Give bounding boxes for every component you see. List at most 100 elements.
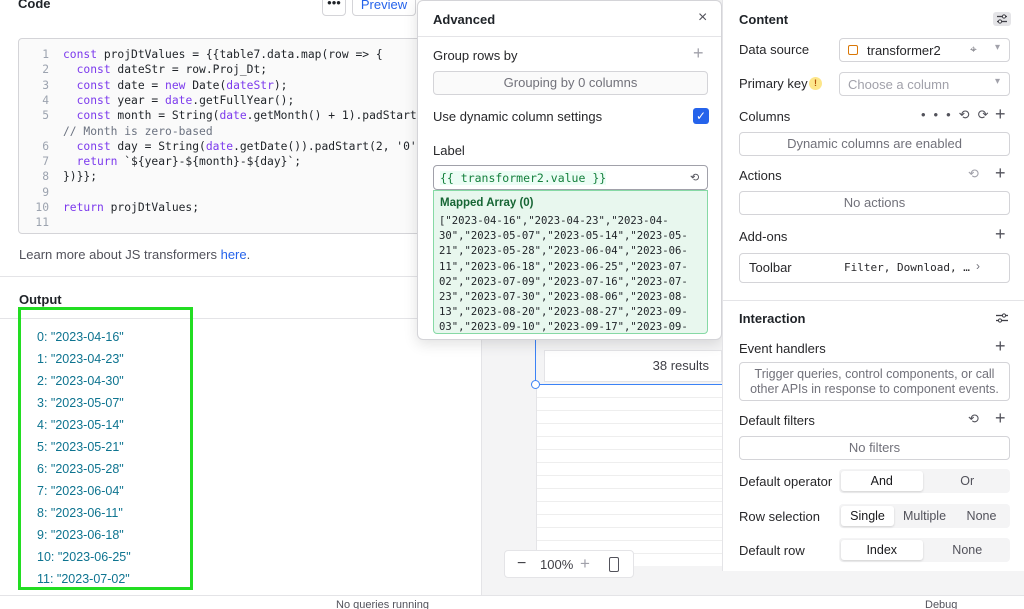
columns-box[interactable]: Dynamic columns are enabled xyxy=(739,132,1010,156)
refresh-icon[interactable]: ⟲ xyxy=(968,166,979,182)
grid-line xyxy=(537,410,723,411)
row-selection-toggle: Single Multiple None xyxy=(839,504,1010,528)
target-icon[interactable]: ⌖ xyxy=(970,42,977,57)
primary-key-select[interactable]: Choose a column ▾ xyxy=(839,72,1010,96)
row-selection-option[interactable]: None xyxy=(955,506,1008,526)
mapped-array-line: 21","2023-05-28","2023-06-04","2023-06- xyxy=(439,245,688,258)
grid-line xyxy=(537,475,723,476)
default-operator-label: Default operator xyxy=(739,474,833,489)
learn-more-link[interactable]: here xyxy=(221,247,247,262)
divider xyxy=(418,36,721,37)
row-selection-label: Row selection xyxy=(739,509,820,524)
default-row-option[interactable]: Index xyxy=(841,540,923,560)
divider xyxy=(0,276,481,277)
code-line: 7 return `${year}-${month}-${day}`; xyxy=(19,154,301,169)
default-filters-box[interactable]: No filters xyxy=(739,436,1010,460)
data-source-label: Data source xyxy=(739,42,810,57)
learn-more-text: Learn more about JS transformers here. xyxy=(19,247,250,262)
toolbar-value: Filter, Download, … xyxy=(844,261,970,274)
code-text: return projDtValues; xyxy=(63,201,200,214)
more-options-button[interactable]: ••• xyxy=(322,0,346,16)
label-input[interactable]: {{ transformer2.value }} ⟲ xyxy=(433,165,708,190)
code-title: Code xyxy=(18,0,51,11)
add-action-icon[interactable]: + xyxy=(995,163,1006,184)
add-filter-icon[interactable]: + xyxy=(995,408,1006,429)
operator-option[interactable]: And xyxy=(841,471,923,491)
line-number: 4 xyxy=(42,93,49,107)
refresh-icon[interactable]: ⟳ xyxy=(978,107,997,122)
code-line: 8})}}; xyxy=(19,169,97,184)
label-title: Label xyxy=(433,143,465,158)
code-text: // Month is zero-based xyxy=(63,124,213,138)
actions-box[interactable]: No actions xyxy=(739,191,1010,215)
mapped-array-line: 30","2023-05-07","2023-05-14","2023-05- xyxy=(439,230,688,243)
add-column-icon[interactable]: + xyxy=(995,104,1006,125)
grid-line xyxy=(537,501,723,502)
code-line: 5 const month = String(date.getMonth() +… xyxy=(19,108,438,123)
code-line: 2 const dateStr = row.Proj_Dt; xyxy=(19,62,267,77)
refresh-icon[interactable]: ⟲ xyxy=(968,411,979,427)
grouping-button[interactable]: Grouping by 0 columns xyxy=(433,71,708,95)
zoom-level: 100% xyxy=(540,557,574,572)
data-source-select[interactable]: transformer2 ⌖ ▾ xyxy=(839,38,1010,62)
operator-option[interactable]: Or xyxy=(927,471,1009,491)
learn-more-prefix: Learn more about JS transformers xyxy=(19,247,221,262)
code-editor[interactable]: 1 const projDtValues = {{table7.data.map(… xyxy=(18,38,438,234)
dynamic-columns-checkbox[interactable]: ✓ xyxy=(693,108,709,124)
zoom-out-button[interactable]: − xyxy=(517,555,526,573)
more-icon[interactable]: ••• xyxy=(921,107,959,122)
settings-sliders-icon[interactable] xyxy=(993,12,1011,26)
line-number: 10 xyxy=(35,201,49,214)
line-number: 6 xyxy=(42,139,49,153)
output-title: Output xyxy=(19,292,62,307)
actions-label: Actions xyxy=(739,168,782,183)
default-row-label: Default row xyxy=(739,543,805,558)
table-grid[interactable] xyxy=(536,384,723,566)
preview-button[interactable]: Preview xyxy=(352,0,416,16)
toolbar-addon[interactable]: Toolbar Filter, Download, … › xyxy=(739,253,1010,283)
code-line: // Month is zero-based xyxy=(19,124,213,139)
grid-line xyxy=(537,436,723,437)
zoom-in-button[interactable]: + xyxy=(580,554,590,574)
resize-handle[interactable] xyxy=(531,380,540,389)
grid-line xyxy=(537,514,723,515)
columns-actions: •••⟲⟳ xyxy=(921,107,996,123)
code-text: const projDtValues = {{table7.data.map(r… xyxy=(63,48,383,61)
line-number: 2 xyxy=(42,63,49,77)
mapped-array-line: ["2023-04-16","2023-04-23","2023-04- xyxy=(439,215,669,227)
code-panel: Code ••• Preview 1 const projDtValues = {… xyxy=(0,0,482,595)
code-text: const date = new Date(dateStr); xyxy=(76,78,288,92)
default-row-toggle: Index None xyxy=(839,538,1010,562)
queries-status: No queries running xyxy=(336,599,429,609)
debug-button[interactable]: Debug xyxy=(925,599,957,609)
code-text: const dateStr = row.Proj_Dt; xyxy=(76,63,268,77)
transformer-icon xyxy=(848,45,858,55)
add-addon-icon[interactable]: + xyxy=(995,224,1006,245)
event-handlers-box[interactable]: Trigger queries, control components, or … xyxy=(739,362,1010,401)
columns-label: Columns xyxy=(739,109,791,124)
close-icon[interactable]: × xyxy=(698,9,707,27)
grid-line xyxy=(537,423,723,424)
default-row-option[interactable]: None xyxy=(927,540,1009,560)
line-number: 1 xyxy=(42,48,49,61)
advanced-popover: Advanced × Group rows by + Grouping by 0… xyxy=(417,0,722,340)
primary-key-label: Primary key xyxy=(739,76,808,91)
line-number: 3 xyxy=(42,78,49,92)
chevron-down-icon: ▾ xyxy=(995,76,1001,87)
mapped-array-line: 11","2023-06-18","2023-06-25","2023-07- xyxy=(439,260,688,273)
row-selection-option[interactable]: Single xyxy=(841,506,894,526)
row-selection-option[interactable]: Multiple xyxy=(898,506,951,526)
grid-line xyxy=(537,462,723,463)
add-event-handler-icon[interactable]: + xyxy=(995,336,1006,357)
code-text: const month = String(date.getMonth() + 1… xyxy=(76,109,438,123)
mobile-device-icon[interactable] xyxy=(609,557,619,572)
reset-icon[interactable]: ⟲ xyxy=(959,107,978,122)
grid-line xyxy=(537,397,723,398)
code-line: 9 xyxy=(19,185,63,200)
default-operator-toggle: And Or xyxy=(839,469,1010,493)
add-group-icon[interactable]: + xyxy=(693,43,704,64)
reset-icon[interactable]: ⟲ xyxy=(690,171,699,184)
code-line: 11 xyxy=(19,215,63,230)
settings-sliders-icon[interactable] xyxy=(993,311,1011,325)
event-handlers-label: Event handlers xyxy=(739,341,826,356)
